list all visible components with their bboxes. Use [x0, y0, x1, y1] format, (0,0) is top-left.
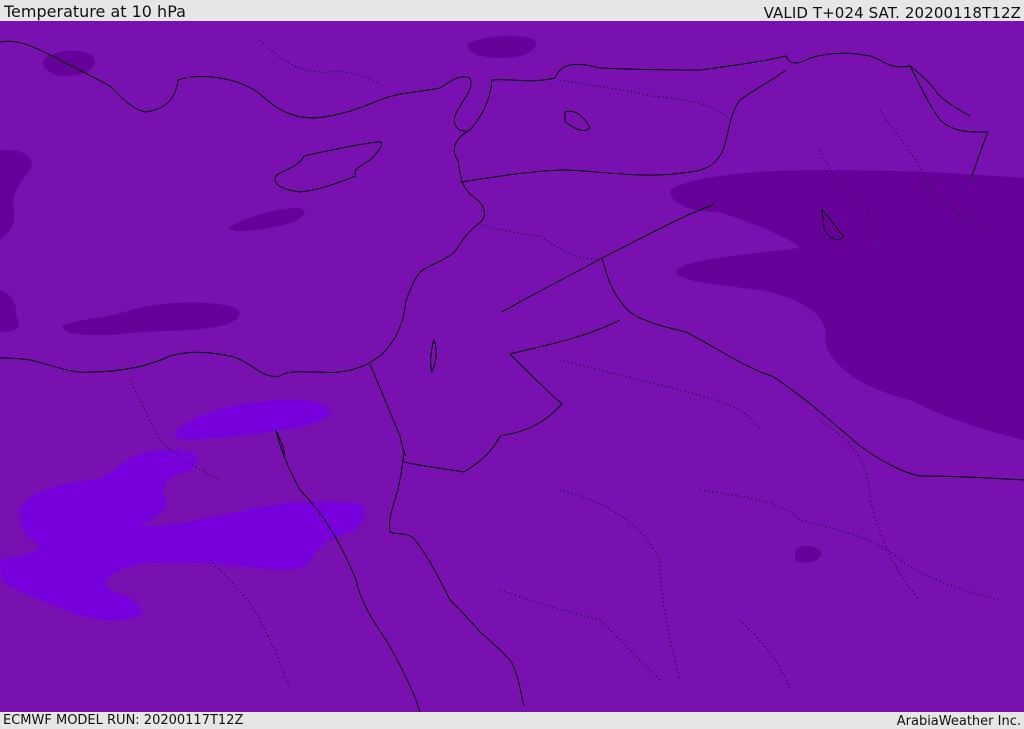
- valid-time-label: VALID T+024 SAT. 20200118T12Z: [763, 4, 1021, 22]
- model-run-label: ECMWF MODEL RUN: 20200117T12Z: [3, 713, 244, 728]
- temperature-map: [0, 21, 1024, 712]
- map-canvas: [0, 21, 1024, 712]
- credit-label: ArabiaWeather Inc.: [896, 714, 1021, 729]
- header-bar: Temperature at 10 hPa VALID T+024 SAT. 2…: [0, 0, 1024, 21]
- footer-bar: ECMWF MODEL RUN: 20200117T12Z ArabiaWeat…: [0, 712, 1024, 729]
- map-title: Temperature at 10 hPa: [4, 2, 186, 21]
